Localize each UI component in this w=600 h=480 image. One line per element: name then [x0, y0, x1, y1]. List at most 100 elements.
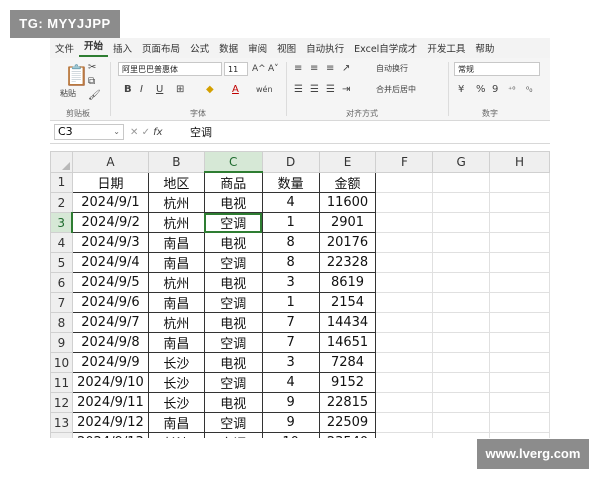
table-cell[interactable]: 7 [261, 332, 320, 353]
table-cell[interactable]: 9 [261, 412, 320, 433]
align-right-icon[interactable]: ☰ [326, 84, 335, 96]
table-cell[interactable]: 2024/9/1 [71, 192, 149, 213]
empty-cell[interactable] [489, 412, 550, 433]
currency-icon[interactable]: ¥ [458, 84, 464, 96]
bold-button[interactable]: B [124, 84, 132, 96]
underline-button[interactable]: U [156, 84, 163, 96]
table-cell[interactable]: 长沙 [147, 352, 205, 373]
table-cell[interactable]: 杭州 [147, 272, 205, 293]
table-cell[interactable]: 电视 [203, 232, 263, 253]
font-color-button[interactable]: A [232, 84, 239, 96]
table-cell[interactable]: 22509 [318, 412, 377, 433]
empty-cell[interactable] [375, 312, 434, 333]
menu-item[interactable]: 页面布局 [137, 41, 185, 55]
table-cell[interactable]: 7284 [318, 352, 377, 373]
empty-cell[interactable] [432, 332, 491, 353]
table-cell[interactable]: 23540 [318, 432, 377, 438]
table-cell[interactable]: 8 [261, 252, 320, 273]
table-cell[interactable]: 电视 [203, 392, 263, 413]
table-cell[interactable]: 7 [261, 312, 320, 333]
align-top-icon[interactable]: ≡ [294, 63, 302, 75]
menu-item[interactable]: 视图 [272, 41, 301, 55]
menu-item[interactable]: 自动执行 [301, 41, 349, 55]
paste-icon[interactable]: 📋 [64, 64, 89, 86]
wrap-text-button[interactable]: 自动换行 [376, 63, 408, 75]
menu-item[interactable]: 帮助 [470, 41, 499, 55]
table-cell[interactable]: 22328 [318, 252, 377, 273]
empty-cell[interactable] [489, 312, 550, 333]
empty-cell[interactable] [432, 232, 491, 253]
row-header[interactable]: 6 [50, 272, 73, 293]
copy-icon[interactable]: ⧉ [88, 76, 95, 88]
percent-button[interactable]: % [476, 84, 486, 96]
fill-color-icon[interactable]: ◆ [206, 84, 214, 96]
empty-cell[interactable] [375, 412, 434, 433]
menu-item[interactable]: 开发工具 [422, 41, 470, 55]
table-cell[interactable]: 2024/9/4 [71, 252, 149, 273]
empty-cell[interactable] [375, 432, 434, 438]
empty-cell[interactable] [375, 232, 434, 253]
menu-item[interactable]: 公式 [185, 41, 214, 55]
empty-cell[interactable] [375, 252, 434, 273]
empty-cell[interactable] [432, 352, 491, 373]
table-cell[interactable]: 1 [261, 292, 320, 313]
align-left-icon[interactable]: ☰ [294, 84, 303, 96]
font-size-select[interactable]: 11 [224, 62, 248, 76]
table-cell[interactable]: 空调 [203, 292, 263, 313]
table-cell[interactable]: 10 [261, 432, 320, 438]
table-cell[interactable]: 2024/9/13 [71, 432, 149, 438]
empty-cell[interactable] [432, 412, 491, 433]
empty-cell[interactable] [489, 212, 550, 233]
table-cell[interactable]: 3 [261, 352, 320, 373]
phonetic-button[interactable]: wén [256, 84, 273, 96]
empty-cell[interactable] [432, 272, 491, 293]
merge-center-button[interactable]: 合并后居中 [376, 84, 416, 96]
formula-input[interactable]: 空调 [190, 124, 212, 140]
row-header[interactable]: 14 [50, 432, 73, 438]
empty-cell[interactable] [432, 392, 491, 413]
table-cell[interactable]: 数量 [261, 171, 320, 193]
empty-cell[interactable] [375, 372, 434, 393]
row-header[interactable]: 7 [50, 292, 73, 313]
italic-button[interactable]: I [140, 84, 143, 96]
row-header[interactable]: 13 [50, 412, 73, 433]
empty-cell[interactable] [375, 292, 434, 313]
table-cell[interactable]: 9 [261, 392, 320, 413]
row-header[interactable]: 5 [50, 252, 73, 273]
table-cell[interactable]: 长沙 [147, 432, 205, 438]
orientation-icon[interactable]: ↗ [342, 63, 350, 75]
font-family-select[interactable]: 阿里巴巴普惠体 [118, 62, 222, 76]
column-header[interactable]: C [203, 151, 263, 173]
menu-item[interactable]: 文件 [50, 41, 79, 55]
table-cell[interactable]: 长沙 [147, 372, 205, 393]
table-cell[interactable]: 2024/9/3 [71, 232, 149, 253]
table-cell[interactable]: 电视 [203, 272, 263, 293]
column-header[interactable]: B [147, 151, 205, 173]
column-header[interactable]: G [432, 151, 491, 173]
empty-cell[interactable] [375, 212, 434, 233]
table-cell[interactable]: 14434 [318, 312, 377, 333]
empty-cell[interactable] [489, 332, 550, 353]
menu-item[interactable]: 开始 [79, 39, 109, 57]
empty-cell[interactable] [432, 192, 491, 213]
table-cell[interactable]: 2024/9/2 [71, 212, 149, 233]
check-icon[interactable]: ✓ [142, 127, 150, 138]
column-header[interactable]: E [318, 151, 377, 173]
empty-cell[interactable] [489, 171, 550, 193]
cancel-icon[interactable]: ✕ [130, 127, 138, 138]
empty-cell[interactable] [375, 192, 434, 213]
indent-icon[interactable]: ⇥ [342, 84, 350, 96]
table-cell[interactable]: 2024/9/9 [71, 352, 149, 373]
empty-cell[interactable] [375, 272, 434, 293]
table-cell[interactable]: 2024/9/11 [71, 392, 149, 413]
table-cell[interactable]: 8 [261, 232, 320, 253]
table-cell[interactable]: 地区 [147, 171, 205, 193]
table-cell[interactable]: 2024/9/7 [71, 312, 149, 333]
empty-cell[interactable] [489, 232, 550, 253]
grow-font-button[interactable]: A^ [252, 63, 266, 75]
empty-cell[interactable] [489, 432, 550, 438]
row-header[interactable]: 4 [50, 232, 73, 253]
column-header[interactable]: D [261, 151, 320, 173]
name-box[interactable]: C3 ⌄ [54, 124, 124, 140]
empty-cell[interactable] [432, 312, 491, 333]
